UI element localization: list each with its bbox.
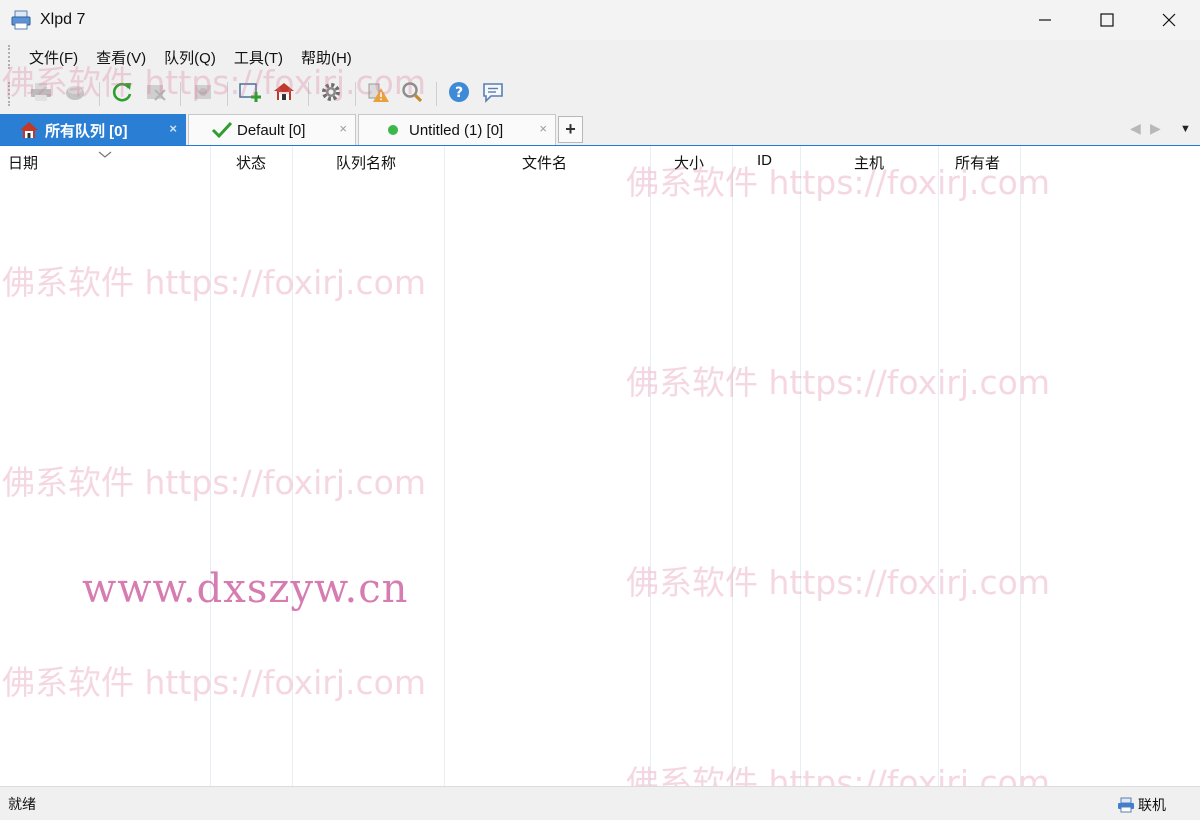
column-header-filename[interactable]: 文件名 xyxy=(522,152,567,173)
close-button[interactable] xyxy=(1138,0,1200,40)
toolbar-separator xyxy=(436,82,437,106)
window-controls xyxy=(1014,0,1200,40)
check-icon xyxy=(211,121,233,139)
chat-icon xyxy=(481,80,505,108)
title-bar: Xlpd 7 xyxy=(0,0,1200,40)
column-header-date[interactable]: 日期 xyxy=(8,152,38,173)
tab-all-queues[interactable]: 所有队列 [0] × xyxy=(0,114,186,145)
green-dot-icon xyxy=(387,124,399,136)
home-icon xyxy=(19,121,39,139)
column-header-queue-name[interactable]: 队列名称 xyxy=(336,152,396,173)
sort-descending-icon xyxy=(98,146,112,163)
minimize-button[interactable] xyxy=(1014,0,1076,40)
tab-list-dropdown-icon[interactable]: ▼ xyxy=(1180,123,1191,135)
status-text: 就绪 xyxy=(8,795,36,812)
tab-close-icon[interactable]: × xyxy=(539,121,547,136)
tab-label: 所有队列 [0] xyxy=(45,122,128,140)
add-tab-button[interactable]: + xyxy=(558,116,583,143)
column-divider xyxy=(650,146,651,786)
watermark-text: 佛系软件 https://foxirj.com xyxy=(2,263,426,302)
tab-label: Default [0] xyxy=(237,121,306,139)
watermark-text: 佛系软件 https://foxirj.com xyxy=(2,663,426,702)
watermark-text: 佛系软件 https://foxirj.com xyxy=(2,463,426,502)
svg-text:?: ? xyxy=(455,85,463,101)
watermark-site-text: www.dxszyw.cn xyxy=(82,566,409,612)
connection-status: 联机 xyxy=(1117,795,1166,815)
tab-untitled[interactable]: Untitled (1) [0] × xyxy=(358,114,556,145)
tab-label: Untitled (1) [0] xyxy=(409,121,504,139)
column-header-status[interactable]: 状态 xyxy=(236,152,266,173)
help-button[interactable]: ? xyxy=(443,78,475,110)
column-divider xyxy=(1020,146,1021,786)
column-divider xyxy=(800,146,801,786)
window-title: Xlpd 7 xyxy=(40,11,86,28)
watermark-text: 佛系软件 https://foxirj.com xyxy=(2,63,426,102)
tab-default[interactable]: Default [0] × xyxy=(188,114,356,145)
tab-scroll-right-icon[interactable]: ▶ xyxy=(1150,120,1161,137)
watermark-text: 佛系软件 https://foxirj.com xyxy=(626,363,1050,402)
column-divider xyxy=(938,146,939,786)
watermark-text: 佛系软件 https://foxirj.com xyxy=(626,563,1050,602)
help-icon: ? xyxy=(447,80,471,108)
connection-label: 联机 xyxy=(1138,797,1166,813)
tab-scroll-left-icon[interactable]: ◀ xyxy=(1130,120,1141,137)
watermark-text: 佛系软件 https://foxirj.com xyxy=(626,163,1050,202)
column-divider xyxy=(732,146,733,786)
tab-close-icon[interactable]: × xyxy=(339,121,347,136)
printer-app-icon xyxy=(10,9,32,31)
maximize-button[interactable] xyxy=(1076,0,1138,40)
printer-online-icon xyxy=(1117,797,1135,813)
tab-close-icon[interactable]: × xyxy=(169,121,177,136)
queue-tab-bar: 所有队列 [0] × Default [0] × Untitled (1) [0… xyxy=(0,114,1200,146)
feedback-button[interactable] xyxy=(477,78,509,110)
column-divider xyxy=(444,146,445,786)
status-bar: 就绪 联机 xyxy=(0,786,1200,820)
